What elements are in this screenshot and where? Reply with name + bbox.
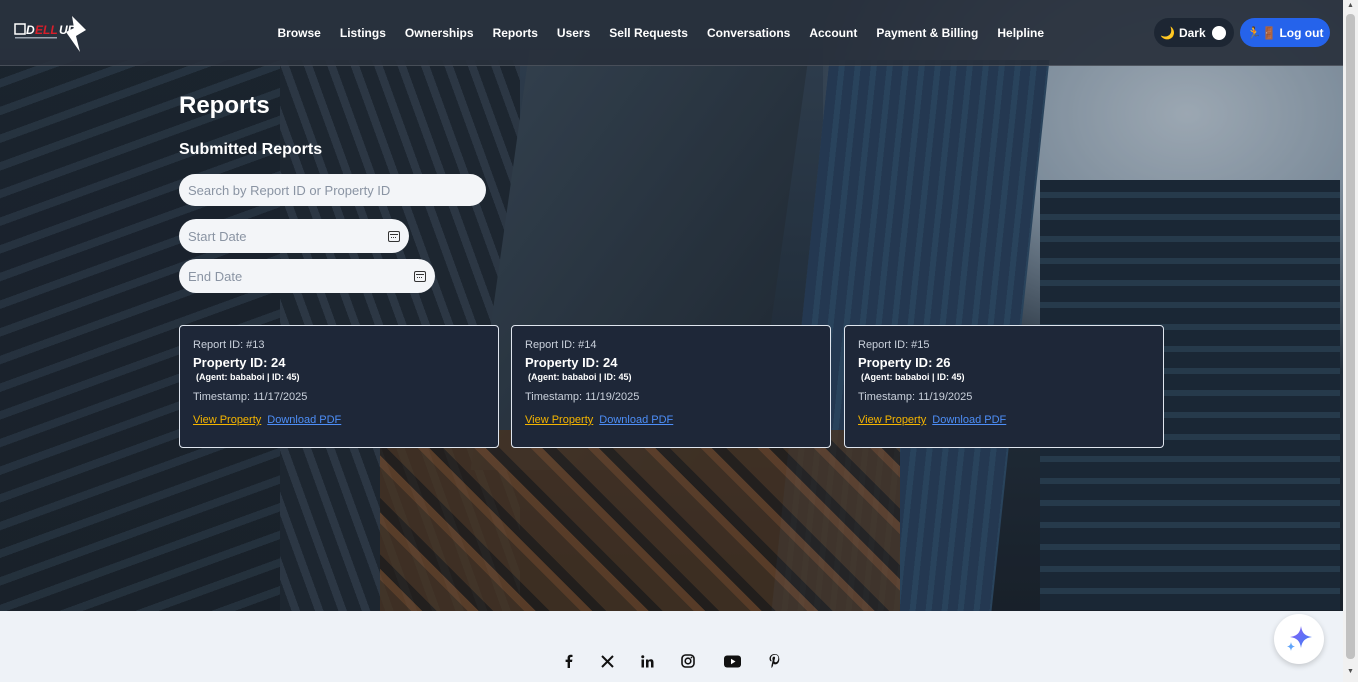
linkedin-icon[interactable]	[637, 651, 657, 671]
moon-icon: 🌙	[1160, 25, 1175, 40]
scroll-down-arrow[interactable]: ▼	[1346, 668, 1355, 676]
logout-label: Log out	[1279, 25, 1324, 40]
youtube-icon[interactable]	[722, 651, 742, 671]
end-date-input[interactable]	[188, 268, 414, 284]
search-field	[179, 174, 486, 206]
nav-reports[interactable]: Reports	[483, 26, 547, 40]
svg-text:D: D	[26, 23, 35, 37]
end-date-field	[179, 259, 435, 293]
agent-info: (Agent: bababoi | ID: 45)	[861, 372, 965, 382]
start-date-field	[179, 219, 409, 253]
calendar-icon[interactable]	[388, 230, 400, 242]
pinterest-icon[interactable]	[764, 651, 784, 671]
calendar-icon[interactable]	[414, 270, 426, 282]
timestamp: Timestamp: 11/19/2025	[858, 391, 973, 403]
download-pdf-link[interactable]: Download PDF	[267, 414, 341, 426]
report-id: Report ID: #14	[525, 339, 597, 351]
section-title: Submitted Reports	[179, 141, 323, 158]
report-card: Report ID: #14 Property ID: 24 (Agent: b…	[511, 325, 831, 448]
footer	[0, 611, 1343, 682]
page-title: Reports	[179, 92, 270, 119]
agent-info: (Agent: bababoi | ID: 45)	[196, 372, 300, 382]
nav-ownerships[interactable]: Ownerships	[395, 26, 483, 40]
nav-conversations[interactable]: Conversations	[697, 26, 799, 40]
report-card: Report ID: #15 Property ID: 26 (Agent: b…	[844, 325, 1164, 448]
download-pdf-link[interactable]: Download PDF	[932, 414, 1006, 426]
download-pdf-link[interactable]: Download PDF	[599, 414, 673, 426]
view-property-link[interactable]: View Property	[858, 414, 926, 426]
ai-assistant-button[interactable]	[1274, 614, 1324, 664]
theme-toggle[interactable]: 🌙 Dark	[1154, 18, 1234, 47]
report-card: Report ID: #13 Property ID: 24 (Agent: b…	[179, 325, 499, 448]
view-property-link[interactable]: View Property	[193, 414, 261, 426]
nav-sell-requests[interactable]: Sell Requests	[600, 26, 698, 40]
timestamp: Timestamp: 11/19/2025	[525, 391, 640, 403]
top-navbar: D ELL UP Browse Listings Ownerships Repo…	[0, 0, 1343, 66]
nav-account[interactable]: Account	[800, 26, 867, 40]
property-id: Property ID: 24	[193, 355, 286, 370]
nav-helpline[interactable]: Helpline	[988, 26, 1054, 40]
property-id: Property ID: 26	[858, 355, 951, 370]
main-nav: Browse Listings Ownerships Reports Users…	[268, 0, 1054, 66]
theme-label: Dark	[1178, 25, 1206, 40]
logo[interactable]: D ELL UP	[14, 14, 88, 54]
search-input[interactable]	[188, 182, 477, 198]
report-id: Report ID: #15	[858, 339, 930, 351]
sparkle-icon	[1287, 626, 1312, 651]
svg-text:ELL: ELL	[35, 23, 58, 37]
scroll-up-arrow[interactable]: ▲	[1346, 2, 1355, 10]
timestamp: Timestamp: 11/17/2025	[193, 391, 308, 403]
nav-users[interactable]: Users	[547, 26, 599, 40]
exit-icon: 🏃🚪	[1246, 25, 1277, 40]
report-id: Report ID: #13	[193, 339, 265, 351]
x-icon[interactable]	[597, 651, 617, 671]
nav-listings[interactable]: Listings	[330, 26, 395, 40]
logout-button[interactable]: 🏃🚪 Log out	[1240, 18, 1330, 47]
view-property-link[interactable]: View Property	[525, 414, 593, 426]
agent-info: (Agent: bababoi | ID: 45)	[528, 372, 632, 382]
toggle-knob	[1210, 23, 1228, 42]
nav-browse[interactable]: Browse	[268, 26, 330, 40]
nav-payment-billing[interactable]: Payment & Billing	[867, 26, 988, 40]
scroll-thumb[interactable]	[1346, 14, 1355, 659]
start-date-input[interactable]	[188, 228, 388, 244]
property-id: Property ID: 24	[525, 355, 618, 370]
facebook-icon[interactable]	[558, 651, 578, 671]
instagram-icon[interactable]	[678, 651, 698, 671]
